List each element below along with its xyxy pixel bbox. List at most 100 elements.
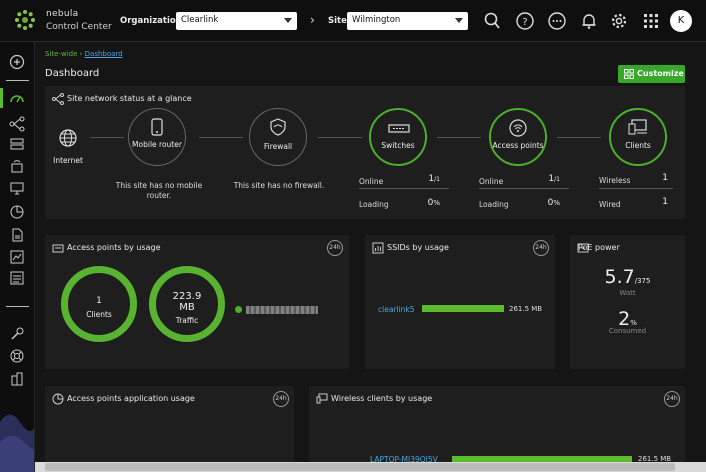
phone-icon [151, 118, 163, 136]
access-point-icon [52, 244, 64, 253]
sidebar-item-document-icon[interactable] [9, 227, 25, 243]
top-bar: nebula Control Center Organization: Clea… [0, 0, 706, 42]
help-icon[interactable]: ? [515, 11, 535, 31]
divider [599, 188, 673, 189]
clients-node[interactable] [609, 108, 667, 166]
gear-icon[interactable] [609, 11, 629, 31]
mobile-router-label: Mobile router [132, 140, 182, 149]
poe-watt-total: /375 [634, 277, 651, 285]
bell-icon[interactable] [579, 11, 599, 31]
search-icon[interactable] [482, 11, 502, 31]
sidebar-item-tools-icon[interactable] [9, 326, 25, 342]
access-point-icon [509, 119, 527, 137]
ap-loading-unit: % [553, 199, 560, 207]
ssid-usage-value: 261.5 MB [509, 305, 543, 313]
grid-icon [624, 69, 634, 79]
org-select[interactable]: Clearlink [176, 12, 297, 30]
devices-icon [316, 393, 328, 404]
panel-title: Access points application usage [67, 394, 195, 403]
time-range-badge[interactable]: 24h [533, 240, 549, 256]
divider [479, 188, 569, 189]
sidebar-item-support-icon[interactable] [9, 348, 25, 364]
apps-grid-icon[interactable] [641, 11, 661, 31]
switch-loading-unit: % [433, 199, 440, 207]
sidebar-decoration [0, 414, 34, 472]
sidebar-item-buildings-icon[interactable] [9, 371, 25, 387]
sidebar-active-indicator [0, 88, 3, 108]
sidebar-divider [6, 80, 29, 81]
panel-title: SSIDs by usage [387, 243, 449, 252]
clients-value: 1 [96, 296, 102, 306]
time-range-badge[interactable]: 24h [327, 240, 343, 256]
connector-line [199, 137, 243, 138]
sidebar-item-reports-icon[interactable] [9, 204, 25, 220]
sidebar-divider [6, 306, 29, 307]
customize-label: Customize [637, 69, 684, 78]
chevron-right-icon: › [310, 13, 315, 27]
pie-chart-icon [52, 393, 64, 405]
sidebar-item-switch-icon[interactable] [9, 136, 25, 152]
poe-watt-number: 5.7 [604, 266, 635, 288]
scrollbar-thumb[interactable] [45, 463, 675, 471]
ssid-usage-panel: SSIDs by usage 24h [365, 235, 555, 369]
access-points-label: Access points [492, 141, 544, 150]
sidebar-item-topology-icon[interactable] [9, 116, 25, 132]
connector-line [437, 137, 481, 138]
firewall-node[interactable] [249, 108, 307, 166]
connector-line [90, 137, 124, 138]
switch-online-total: /1 [434, 176, 440, 183]
no-mobile-router-note: This site has no mobile router. [115, 181, 203, 200]
ssid-usage-bar [422, 305, 504, 312]
ssid-name-link[interactable]: clearlink5 [378, 305, 415, 314]
sidebar-item-monitor-icon[interactable] [9, 180, 25, 196]
site-select-value: Wilmington [352, 15, 401, 25]
globe-icon [59, 129, 77, 147]
sidebar [0, 42, 35, 472]
org-select-value: Clearlink [181, 15, 219, 25]
sidebar-item-dashboard-icon[interactable] [9, 90, 25, 106]
svg-text:?: ? [522, 17, 527, 28]
app-usage-panel: Access points application usage 24h [45, 386, 294, 466]
sidebar-item-add-icon[interactable] [9, 54, 25, 70]
legend-dot [235, 306, 242, 313]
traffic-unit: MB [179, 302, 195, 313]
mobile-router-node[interactable] [128, 108, 186, 166]
chevron-down-icon [284, 18, 292, 23]
chevron-down-icon [455, 18, 463, 23]
ap-loading-label: Loading [479, 200, 509, 209]
panel-title: Site network status at a glance [67, 94, 192, 103]
switches-node[interactable] [369, 108, 427, 166]
avatar[interactable]: K [670, 10, 692, 32]
traffic-value: 223.9 MB [149, 291, 225, 313]
connector-line [557, 137, 601, 138]
poe-watt-label: Watt [619, 289, 636, 297]
panel-title: PoE power [578, 243, 620, 252]
sidebar-item-analytics-icon[interactable] [9, 249, 25, 265]
site-select[interactable]: Wilmington [347, 12, 468, 30]
topology-icon [52, 93, 64, 105]
switch-loading-value: 0% [400, 198, 440, 208]
shield-icon [270, 118, 286, 136]
breadcrumb-root[interactable]: Site-wide [45, 50, 77, 58]
traffic-label: Traffic [175, 316, 199, 325]
ap-online-total: /1 [554, 176, 560, 183]
switch-online-label: Online [359, 177, 384, 186]
breadcrumb: Site-wide › Dashboard [45, 50, 123, 58]
redacted-ap-name [246, 306, 318, 314]
time-range-badge[interactable]: 24h [273, 391, 289, 407]
sidebar-item-checklist-icon[interactable] [9, 270, 25, 286]
brand-subtitle: Control Center [46, 22, 112, 32]
breadcrumb-current[interactable]: Dashboard [85, 50, 123, 58]
page-title: Dashboard [45, 68, 100, 79]
sidebar-item-ap-icon[interactable] [9, 158, 25, 174]
brand-name: nebula [46, 9, 79, 19]
firewall-label: Firewall [263, 142, 293, 151]
more-icon[interactable] [547, 11, 567, 31]
wireless-value: 1 [662, 173, 668, 183]
no-firewall-note: This site has no firewall. [233, 181, 325, 190]
wireless-label: Wireless [599, 176, 631, 185]
customize-button[interactable]: Customize [618, 65, 685, 83]
traffic-number: 223.9 [172, 291, 202, 302]
panel-title: Wireless clients by usage [331, 394, 433, 403]
time-range-badge[interactable]: 24h [664, 391, 680, 407]
